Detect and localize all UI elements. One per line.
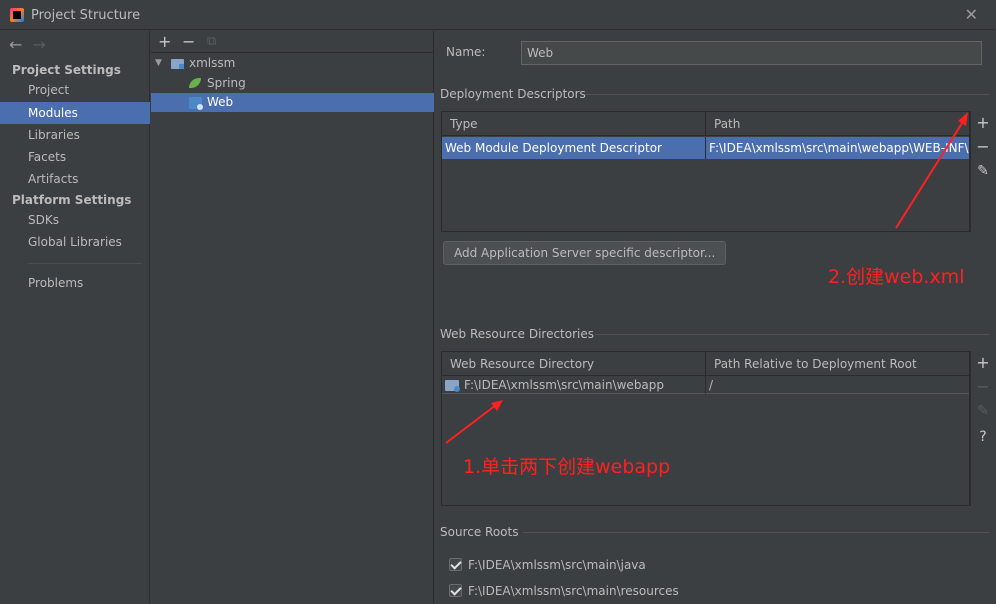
sidebar-item-global-libraries[interactable]: Global Libraries <box>0 231 150 253</box>
edit-descriptor-icon[interactable]: ✎ <box>971 163 995 179</box>
web-resource-dir-cell[interactable]: F:\IDEA\xmlssm\src\main\webapp <box>442 376 705 394</box>
nav-arrows: ← → <box>9 35 56 54</box>
descriptor-path-cell[interactable]: F:\IDEA\xmlssm\src\main\webapp\WEB-INF\w… <box>705 137 969 159</box>
window-title: Project Structure <box>31 8 141 23</box>
add-descriptor-button[interactable]: + <box>971 113 995 132</box>
add-web-resource-button[interactable]: + <box>971 353 995 372</box>
annotation-step2: 2.创建web.xml <box>828 266 965 288</box>
source-root-label: F:\IDEA\xmlssm\src\main\java <box>468 558 646 572</box>
section-divider <box>595 334 990 335</box>
column-header-relative-path[interactable]: Path Relative to Deployment Root <box>705 352 969 376</box>
tree-toolbar: + − ⧉ <box>151 31 434 53</box>
source-root-checkbox-java[interactable]: F:\IDEA\xmlssm\src\main\java <box>449 555 646 575</box>
forward-arrow-icon[interactable]: → <box>32 35 45 54</box>
tree-node-label: Web <box>207 95 234 109</box>
deployment-descriptors-table: Type Path Web Module Deployment Descript… <box>441 111 970 232</box>
remove-module-button[interactable]: − <box>182 32 195 51</box>
deployment-descriptors-title: Deployment Descriptors <box>440 87 586 101</box>
remove-descriptor-button[interactable]: − <box>971 137 995 156</box>
sidebar-item-artifacts[interactable]: Artifacts <box>0 168 150 190</box>
add-server-descriptor-button[interactable]: Add Application Server specific descript… <box>443 241 727 265</box>
checkbox-checked-icon[interactable] <box>449 558 462 571</box>
project-settings-header: Project Settings <box>12 63 121 77</box>
tree-node-label: xmlssm <box>189 56 236 70</box>
name-input[interactable]: Web <box>521 41 982 65</box>
column-header-path[interactable]: Path <box>705 112 969 136</box>
module-folder-icon <box>171 59 184 69</box>
section-divider <box>585 94 990 95</box>
web-resource-table: Web Resource Directory Path Relative to … <box>441 351 970 506</box>
sidebar-item-problems[interactable]: Problems <box>0 272 150 294</box>
annotation-step1: 1.单击两下创建webapp <box>463 456 671 478</box>
sidebar-item-modules[interactable]: Modules <box>0 102 150 124</box>
facet-details-panel: Name: Web Deployment Descriptors Type Pa… <box>435 31 996 604</box>
expand-arrow-icon[interactable]: ▼ <box>155 54 162 73</box>
descriptor-tools: + − ✎ <box>970 111 994 232</box>
spring-leaf-icon <box>189 78 201 88</box>
module-tree-panel: + − ⧉ ▼ xmlssm Spring Web <box>151 31 434 604</box>
back-arrow-icon[interactable]: ← <box>9 35 22 54</box>
close-button[interactable]: ✕ <box>965 5 978 24</box>
tree-node-xmlssm[interactable]: ▼ xmlssm <box>151 54 434 73</box>
descriptor-type-cell[interactable]: Web Module Deployment Descriptor <box>442 137 705 159</box>
source-root-label: F:\IDEA\xmlssm\src\main\resources <box>468 584 679 598</box>
intellij-logo-icon <box>10 8 24 22</box>
sidebar-divider <box>28 263 142 264</box>
tree-node-spring[interactable]: Spring <box>151 74 434 93</box>
title-bar: Project Structure ✕ <box>0 0 996 30</box>
source-roots-title: Source Roots <box>440 525 519 539</box>
web-facet-icon <box>189 97 203 110</box>
section-divider <box>523 532 990 533</box>
help-icon[interactable]: ? <box>971 429 995 445</box>
column-header-directory[interactable]: Web Resource Directory <box>442 352 705 376</box>
remove-web-resource-button[interactable]: − <box>971 377 995 396</box>
web-resource-dir-text: F:\IDEA\xmlssm\src\main\webapp <box>464 378 665 392</box>
tree-node-web[interactable]: Web <box>151 93 434 112</box>
source-root-checkbox-resources[interactable]: F:\IDEA\xmlssm\src\main\resources <box>449 581 679 601</box>
platform-settings-header: Platform Settings <box>12 193 132 207</box>
settings-sidebar: ← → Project Settings Project Modules Libr… <box>0 31 150 604</box>
tree-node-label: Spring <box>207 76 246 90</box>
sidebar-item-facets[interactable]: Facets <box>0 146 150 168</box>
web-resource-rel-cell[interactable]: / <box>705 376 969 394</box>
web-resource-directories-title: Web Resource Directories <box>440 327 594 341</box>
checkbox-checked-icon[interactable] <box>449 584 462 597</box>
web-resource-tools: + − ✎ ? <box>970 351 994 506</box>
sidebar-item-sdks[interactable]: SDKs <box>0 209 150 231</box>
column-header-type[interactable]: Type <box>442 112 705 136</box>
edit-web-resource-icon[interactable]: ✎ <box>971 403 995 419</box>
copy-module-button[interactable]: ⧉ <box>207 34 216 49</box>
add-module-button[interactable]: + <box>158 32 171 51</box>
name-label: Name: <box>446 45 486 59</box>
sidebar-item-libraries[interactable]: Libraries <box>0 124 150 146</box>
sidebar-item-project[interactable]: Project <box>0 79 150 101</box>
web-folder-icon <box>445 380 460 392</box>
